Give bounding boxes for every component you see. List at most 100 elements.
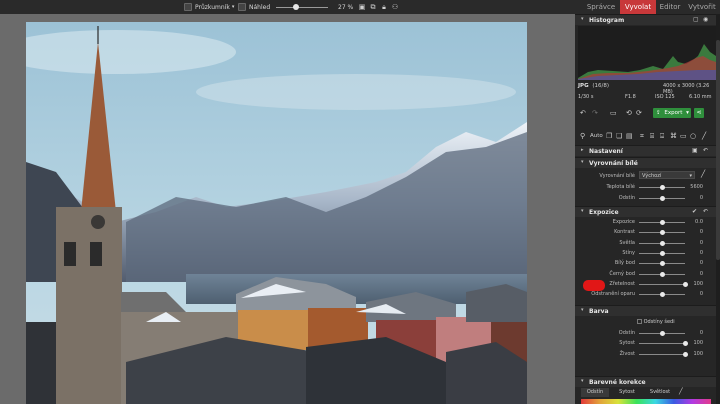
temperature-label: Teplota bílé <box>606 184 635 190</box>
eyedropper-icon[interactable]: ╱ <box>701 170 705 178</box>
slider-label: Odstín <box>618 330 635 336</box>
slider-knob[interactable] <box>659 240 665 246</box>
folder-icon <box>184 3 192 11</box>
slider-value: 0.0 <box>695 219 703 225</box>
fit-icon[interactable]: ▣ <box>357 2 367 12</box>
slider-label: Bílý bod <box>614 260 635 267</box>
tab-hue[interactable]: Odstín <box>581 388 609 397</box>
slider-value: 100 <box>693 350 703 357</box>
tab-vyvolat[interactable]: Vyvolat <box>620 0 656 14</box>
tab-saturation[interactable]: Sytost <box>613 388 641 397</box>
slider-value: 100 <box>693 280 703 287</box>
slider-label: Černý bod <box>609 270 635 277</box>
wb-label: Vyrovnání bílé <box>599 173 635 179</box>
histogram-close-icon[interactable]: ◉ <box>703 16 708 23</box>
slider-value: 0 <box>699 239 703 246</box>
wb-select[interactable]: Výchozí ▾ <box>639 171 695 179</box>
auto-button[interactable]: Auto <box>590 133 603 139</box>
export-button[interactable]: ⇪ Export ▾ <box>653 108 691 118</box>
tint-value: 0 <box>699 195 703 201</box>
color-title: Barva <box>589 307 609 315</box>
redo-icon[interactable]: ↷ <box>592 109 598 117</box>
presets-icon[interactable]: ▤ <box>626 132 633 140</box>
collapse-icon: ▾ <box>581 159 584 165</box>
actual-size-icon[interactable]: ⧉ <box>368 2 378 12</box>
magic-wand-icon[interactable]: ⚲ <box>580 132 585 140</box>
settings-title: Nastavení <box>589 147 623 155</box>
lock-icon[interactable]: 🔒︎ <box>379 2 389 12</box>
tab-lightness[interactable]: Světlost <box>645 388 675 397</box>
expand-icon: ▸ <box>581 147 584 153</box>
slider-value: 0 <box>699 260 703 267</box>
histogram-header[interactable]: ▾ Histogram ▢ ◉ <box>575 14 716 25</box>
copy-icon[interactable]: ❐ <box>606 132 612 140</box>
aperture: F1.8 <box>625 94 636 100</box>
preview-toggle[interactable]: Náhled <box>238 2 270 12</box>
slider-track[interactable] <box>639 283 685 285</box>
slider-knob[interactable] <box>659 230 665 236</box>
zoom-slider-knob[interactable] <box>292 4 299 10</box>
file-type: JPG (16/8) <box>578 83 609 89</box>
perspective-icon[interactable]: ⌹ <box>660 132 664 141</box>
retouch-icon[interactable]: ⌘ <box>670 132 677 140</box>
crop-icon[interactable]: ⌗ <box>640 132 644 141</box>
panel-scrollbar-thumb[interactable] <box>716 40 720 260</box>
exposure-title: Expozice <box>589 208 619 216</box>
save-preset-icon[interactable]: ▣ <box>692 147 698 154</box>
slider-label: Kontrast <box>614 229 635 236</box>
zoom-slider[interactable] <box>276 7 328 8</box>
slider-knob[interactable] <box>659 331 665 336</box>
slider-label: Expozice <box>612 219 635 225</box>
histogram-options-icon[interactable]: ▢ <box>693 16 699 23</box>
paste-icon[interactable]: ❏ <box>616 132 622 140</box>
rotate-left-icon[interactable]: ⟲ <box>626 109 632 117</box>
preview-label: Náhled <box>249 3 271 11</box>
histogram-chart <box>578 26 716 80</box>
file-type-value: JPG <box>578 83 589 89</box>
iso: ISO 125 <box>655 94 675 100</box>
slider-knob[interactable] <box>659 220 665 225</box>
slider-knob[interactable] <box>659 261 665 267</box>
photo-viewer[interactable] <box>0 14 575 404</box>
tint-slider-knob[interactable] <box>659 196 665 201</box>
photo-preview[interactable] <box>26 22 527 404</box>
slider-value: 0 <box>699 229 703 236</box>
straighten-icon[interactable]: ⌸ <box>650 132 654 141</box>
brush-icon[interactable]: ╱ <box>702 132 706 140</box>
grayscale-label: Odstíny šedi <box>643 319 675 325</box>
explorer-toggle[interactable]: Průzkumník ▾ <box>184 2 234 12</box>
slider-value: 0 <box>699 249 703 256</box>
undo-icon[interactable]: ↶ <box>580 109 586 117</box>
slider-knob[interactable] <box>659 250 665 256</box>
slider-knob[interactable] <box>659 292 665 298</box>
hue-spectrum[interactable] <box>581 399 711 404</box>
grayscale-checkbox[interactable]: Odstíny šedi <box>637 319 675 325</box>
white-balance-header[interactable]: ▾ Vyrovnání bílé <box>575 157 716 168</box>
exposure-header[interactable]: ▾ Expozice ✔ ↶ <box>575 206 716 217</box>
color-correction-header[interactable]: ▾ Barevné korekce <box>575 376 716 387</box>
slider-track[interactable] <box>639 343 685 345</box>
slider-label: Sytost <box>619 340 635 347</box>
slider-knob[interactable] <box>659 271 665 277</box>
settings-header[interactable]: ▸ Nastavení ▣ ↶ <box>575 145 716 156</box>
compare-icon[interactable]: ▭ <box>610 109 617 117</box>
share-icon: ⋖ <box>696 109 702 116</box>
reset-icon[interactable]: ↶ <box>703 147 708 154</box>
rotate-right-icon[interactable]: ⟳ <box>636 109 642 117</box>
share-button[interactable]: ⋖ <box>694 108 704 118</box>
slider-value: 0 <box>699 291 703 298</box>
white-balance-title: Vyrovnání bílé <box>589 159 638 167</box>
radial-icon[interactable]: ○ <box>690 132 696 140</box>
slider-track[interactable] <box>639 353 685 355</box>
temperature-slider-knob[interactable] <box>659 185 665 190</box>
gradient-icon[interactable]: ▭ <box>680 132 687 140</box>
eyedropper-icon[interactable]: ╱ <box>679 388 683 395</box>
image-icon <box>238 3 246 11</box>
tab-editor[interactable]: Editor <box>657 0 683 14</box>
tab-vytvorit[interactable]: Vytvořit <box>686 0 718 14</box>
reset-icon[interactable]: ↶ <box>703 208 708 215</box>
person-icon[interactable]: ⚇ <box>390 2 400 12</box>
exposure-enabled-checkbox[interactable]: ✔ <box>692 208 697 215</box>
tab-spravce[interactable]: Správce <box>584 0 618 14</box>
color-header[interactable]: ▾ Barva <box>575 305 716 316</box>
